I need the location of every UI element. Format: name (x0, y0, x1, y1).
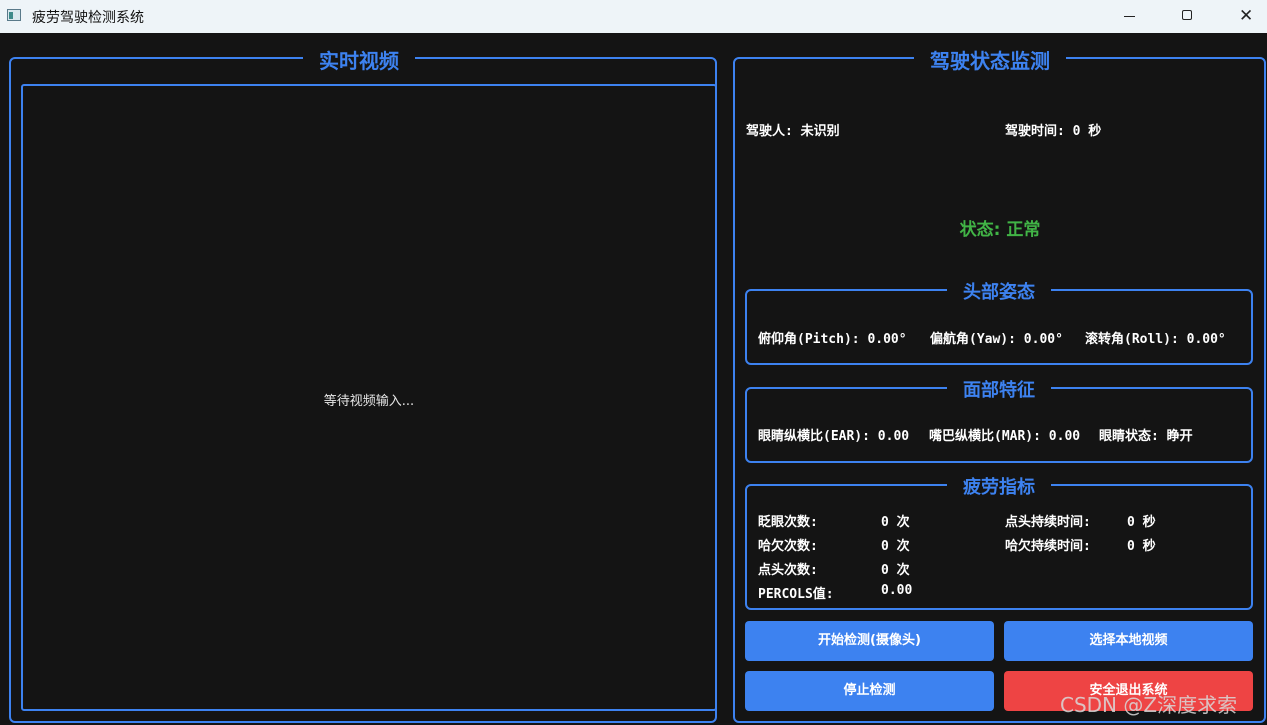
close-button[interactable]: ✕ (1215, 0, 1267, 33)
title-bar: 疲劳驾驶检测系统 ✕ (0, 0, 1267, 33)
app-icon (7, 9, 21, 21)
blink-count-value: 0 次 (881, 515, 910, 530)
stop-button[interactable]: 停止检测 (745, 671, 994, 711)
nod-count-label: 点头次数: (758, 563, 818, 578)
fatigue-title: 疲劳指标 (947, 473, 1051, 499)
maximize-icon (1182, 10, 1192, 20)
head-pose-title: 头部姿态 (947, 278, 1051, 304)
start-camera-button[interactable]: 开始检测(摄像头) (745, 621, 994, 661)
face-features-title: 面部特征 (947, 376, 1051, 402)
nod-duration-label: 点头持续时间: (1005, 515, 1091, 530)
yaw-value: 偏航角(Yaw): 0.00° (930, 332, 1063, 347)
yawn-duration-label: 哈欠持续时间: (1005, 539, 1091, 554)
nod-count-value: 0 次 (881, 563, 910, 578)
video-display: 等待视频输入... (21, 84, 717, 711)
minimize-icon (1124, 16, 1135, 17)
minimize-button[interactable] (1102, 0, 1158, 33)
blink-count-label: 眨眼次数: (758, 515, 818, 530)
driver-label: 驾驶人: 未识别 (746, 124, 840, 139)
video-placeholder-text: 等待视频输入... (323, 394, 415, 409)
pitch-value: 俯仰角(Pitch): 0.00° (758, 332, 907, 347)
yawn-count-label: 哈欠次数: (758, 539, 818, 554)
monitor-panel-title: 驾驶状态监测 (914, 45, 1066, 74)
nod-duration-value: 0 秒 (1127, 515, 1156, 530)
window-title: 疲劳驾驶检测系统 (32, 10, 144, 26)
watermark: CSDN @Z深度求索 (1060, 693, 1238, 717)
perclos-label: PERCOLS值: (758, 587, 834, 602)
yawn-duration-value: 0 秒 (1127, 539, 1156, 554)
maximize-button[interactable] (1160, 0, 1216, 33)
mar-value: 嘴巴纵横比(MAR): 0.00 (929, 429, 1081, 444)
select-video-button[interactable]: 选择本地视频 (1004, 621, 1253, 661)
driver-status: 状态: 正常 (959, 220, 1041, 240)
video-panel-title: 实时视频 (303, 45, 415, 74)
perclos-value: 0.00 (881, 583, 913, 598)
eye-state-value: 眼睛状态: 睁开 (1099, 429, 1193, 444)
drive-time-label: 驾驶时间: 0 秒 (1005, 124, 1102, 139)
close-icon: ✕ (1239, 6, 1254, 26)
ear-value: 眼睛纵横比(EAR): 0.00 (758, 429, 910, 444)
roll-value: 滚转角(Roll): 0.00° (1085, 332, 1226, 347)
yawn-count-value: 0 次 (881, 539, 910, 554)
